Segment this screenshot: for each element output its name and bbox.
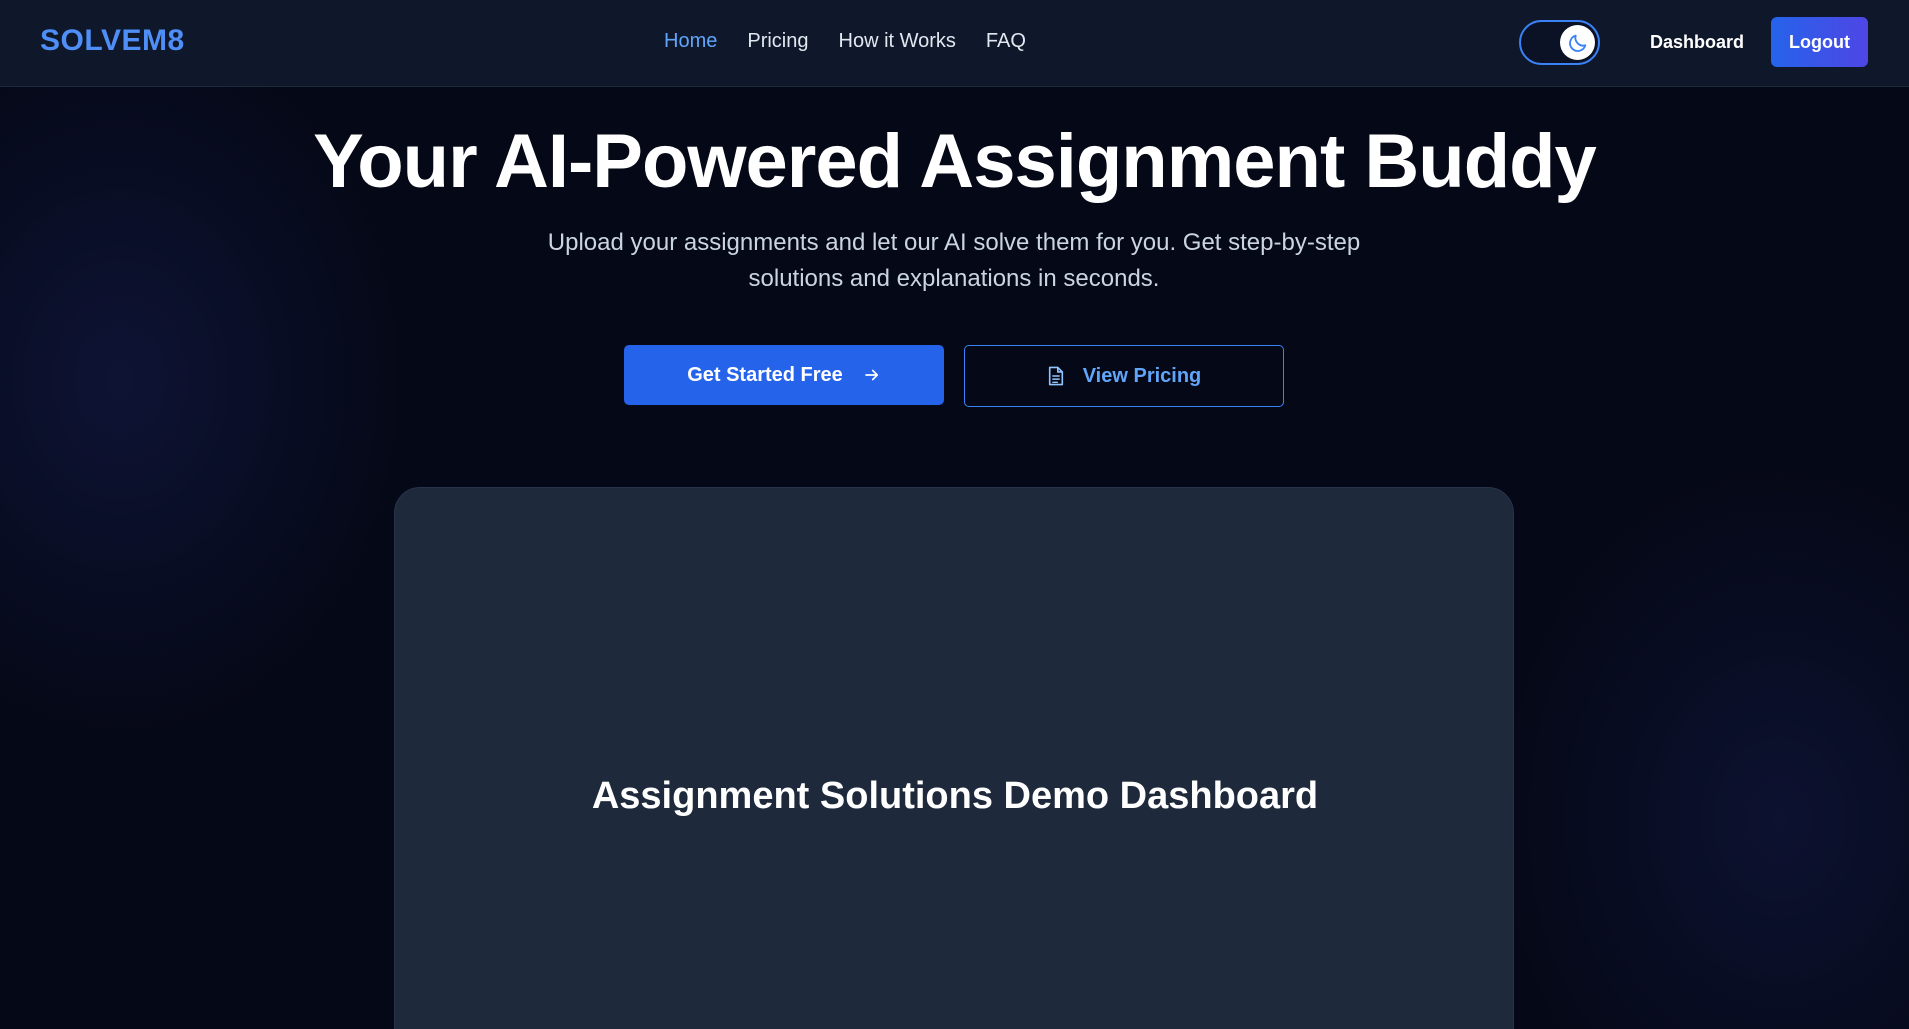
- nav-item-pricing[interactable]: Pricing: [747, 30, 808, 53]
- get-started-button[interactable]: Get Started Free: [624, 345, 944, 405]
- demo-dashboard-title: Assignment Solutions Demo Dashboard: [591, 775, 1319, 817]
- hero-subtitle: Upload your assignments and let our AI s…: [547, 229, 1361, 292]
- logout-button[interactable]: Logout: [1771, 17, 1868, 67]
- nav-item-faq[interactable]: FAQ: [986, 30, 1026, 53]
- view-pricing-button[interactable]: View Pricing: [964, 345, 1284, 407]
- get-started-label: Get Started Free: [687, 363, 843, 386]
- toggle-knob: [1560, 25, 1595, 60]
- theme-toggle[interactable]: [1519, 20, 1600, 65]
- document-icon: [1047, 366, 1065, 386]
- demo-dashboard-card: Assignment Solutions Demo Dashboard: [394, 487, 1514, 1029]
- arrow-right-icon: [863, 366, 881, 384]
- main-nav: Home Pricing How it Works FAQ: [664, 30, 1026, 53]
- view-pricing-label: View Pricing: [1082, 364, 1202, 387]
- nav-item-home[interactable]: Home: [664, 30, 717, 53]
- brand-logo[interactable]: SOLVEM8: [40, 24, 185, 58]
- dashboard-link[interactable]: Dashboard: [1650, 32, 1744, 53]
- nav-item-how-it-works[interactable]: How it Works: [839, 30, 956, 53]
- landing-page: SOLVEM8 Home Pricing How it Works FAQ Da…: [0, 0, 1909, 1029]
- moon-icon: [1567, 32, 1589, 54]
- hero-title: Your AI-Powered Assignment Buddy: [313, 119, 1597, 204]
- top-navbar: SOLVEM8 Home Pricing How it Works FAQ Da…: [0, 0, 1909, 87]
